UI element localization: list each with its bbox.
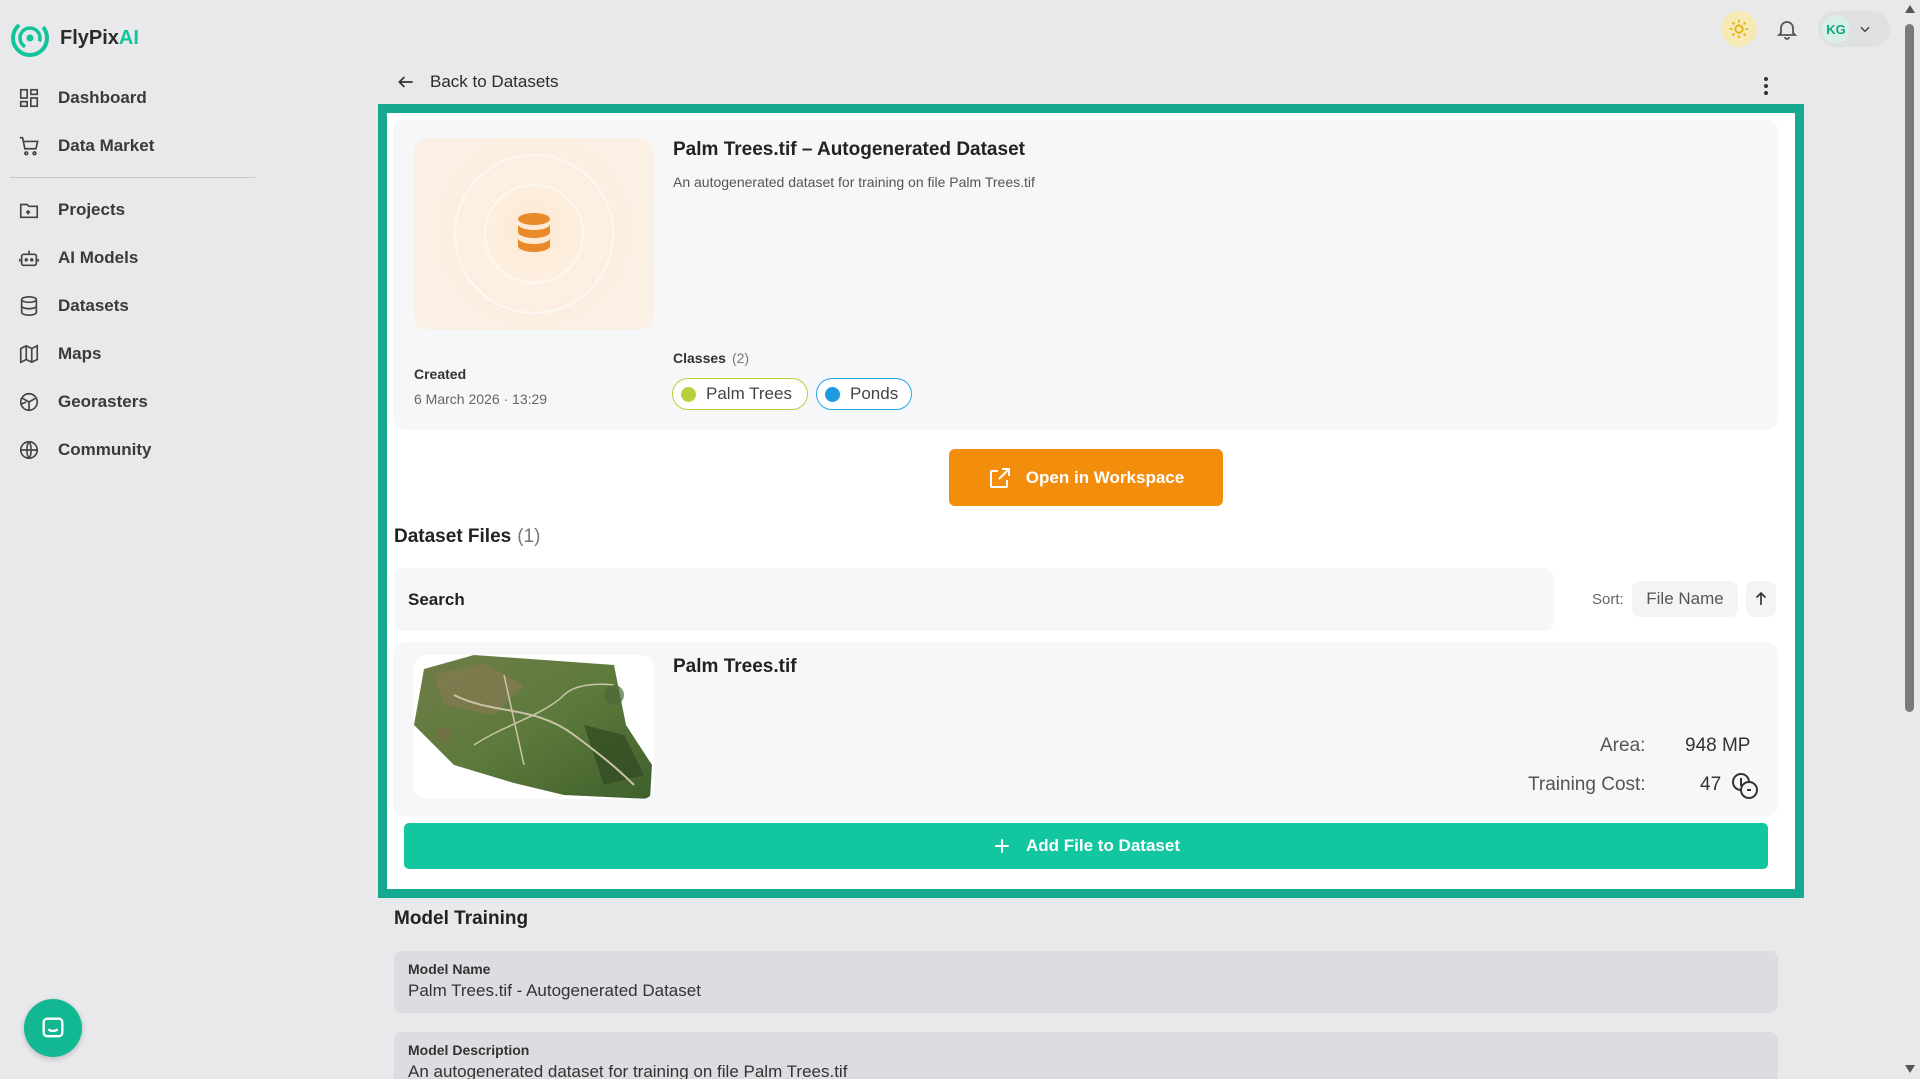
sidebar-item-projects[interactable]: Projects bbox=[18, 199, 125, 221]
scroll-down-arrow-icon bbox=[1905, 1065, 1915, 1073]
notifications-button[interactable] bbox=[1774, 14, 1800, 44]
file-name: Palm Trees.tif bbox=[673, 656, 797, 677]
page-scrollbar[interactable] bbox=[1902, 0, 1916, 1079]
back-to-datasets-link[interactable]: Back to Datasets bbox=[396, 72, 559, 92]
theme-toggle-button[interactable] bbox=[1721, 11, 1757, 47]
arrow-left-icon bbox=[398, 76, 413, 88]
brand-logo[interactable]: FlyPixAI bbox=[10, 18, 139, 58]
area-label: Area: bbox=[1600, 735, 1646, 756]
sidebar-divider bbox=[10, 177, 255, 178]
external-link-icon bbox=[989, 467, 1010, 488]
dataset-title: Palm Trees.tif – Autogenerated Dataset bbox=[673, 139, 1025, 160]
map-icon bbox=[19, 344, 39, 364]
chat-icon bbox=[42, 1017, 64, 1038]
sidebar-item-datasets[interactable]: Datasets bbox=[18, 295, 129, 317]
sidebar-item-maps[interactable]: Maps bbox=[18, 343, 101, 365]
plus-icon bbox=[995, 839, 1009, 853]
search-input[interactable] bbox=[394, 568, 1554, 631]
bell-icon bbox=[1776, 21, 1798, 40]
add-button-label: Add File to Dataset bbox=[1026, 836, 1180, 855]
dataset-thumbnail bbox=[414, 138, 654, 330]
class-chip-palm-trees[interactable]: Palm Trees bbox=[672, 378, 808, 410]
sort-label: Sort: bbox=[1592, 591, 1624, 608]
model-description-label: Model Description bbox=[408, 1042, 530, 1058]
sidebar-item-label: Projects bbox=[58, 200, 126, 219]
open-in-workspace-button[interactable]: Open in Workspace bbox=[949, 449, 1223, 506]
class-color-dot bbox=[825, 386, 840, 402]
sort-field-select[interactable]: File Name bbox=[1632, 581, 1738, 617]
created-label: Created bbox=[414, 366, 467, 382]
user-menu[interactable]: KG bbox=[1818, 11, 1890, 47]
sidebar-item-community[interactable]: Community bbox=[18, 439, 152, 461]
sidebar-item-label: Community bbox=[58, 440, 152, 459]
dataset-files-heading: Dataset Files (1) bbox=[394, 526, 541, 547]
robot-icon bbox=[19, 250, 39, 267]
class-color-dot bbox=[681, 386, 696, 402]
training-cost-label: Training Cost: bbox=[1528, 774, 1646, 795]
scrollbar-thumb[interactable] bbox=[1905, 24, 1914, 712]
open-button-label: Open in Workspace bbox=[1025, 467, 1185, 487]
database-icon bbox=[518, 213, 550, 252]
class-chip-label: Ponds bbox=[850, 384, 899, 403]
globe-icon bbox=[19, 440, 39, 460]
chat-support-button[interactable] bbox=[24, 999, 82, 1057]
sidebar-item-data-market[interactable]: Data Market bbox=[18, 135, 154, 157]
area-value: 948 MP bbox=[1685, 735, 1751, 756]
scroll-up-arrow-icon bbox=[1905, 5, 1915, 13]
dataset-description: An autogenerated dataset for training on… bbox=[673, 174, 1035, 190]
sidebar-item-georasters[interactable]: Georasters bbox=[18, 391, 148, 413]
flypix-logo-icon bbox=[11, 19, 49, 57]
model-name-label: Model Name bbox=[408, 961, 491, 977]
training-cost-value: 47 bbox=[1700, 774, 1722, 795]
add-file-to-dataset-button[interactable]: Add File to Dataset bbox=[404, 823, 1768, 869]
folder-icon bbox=[19, 203, 39, 219]
created-value: 6 March 2026 · 13:29 bbox=[414, 391, 548, 407]
kebab-menu-icon bbox=[1764, 77, 1768, 95]
brand-name: FlyPixAI bbox=[60, 26, 139, 49]
sidebar-item-dashboard[interactable]: Dashboard bbox=[18, 87, 147, 109]
sun-icon bbox=[1729, 19, 1749, 39]
class-chip-label: Palm Trees bbox=[706, 384, 792, 403]
sidebar-item-label: Georasters bbox=[58, 392, 148, 411]
sidebar-item-label: Datasets bbox=[58, 296, 129, 315]
aerial-image-thumbnail bbox=[414, 655, 652, 799]
coins-icon bbox=[1732, 773, 1758, 799]
globe-grid-icon bbox=[19, 392, 39, 412]
file-thumbnail bbox=[414, 655, 654, 799]
sidebar-item-label: AI Models bbox=[58, 248, 139, 267]
class-chip-ponds[interactable]: Ponds bbox=[816, 378, 912, 410]
sidebar-item-ai-models[interactable]: AI Models bbox=[18, 247, 138, 269]
classes-heading: Classes (2) bbox=[673, 350, 750, 366]
database-icon bbox=[20, 296, 38, 316]
sidebar-item-label: Dashboard bbox=[58, 88, 147, 107]
sidebar-item-label: Maps bbox=[58, 344, 102, 363]
avatar: KG bbox=[1822, 15, 1850, 43]
model-description-field[interactable]: Model Description An autogenerated datas… bbox=[394, 1032, 1778, 1079]
model-name-field[interactable]: Model Name Palm Trees.tif - Autogenerate… bbox=[394, 951, 1778, 1013]
model-name-value: Palm Trees.tif - Autogenerated Dataset bbox=[408, 981, 701, 1000]
cart-icon bbox=[19, 136, 39, 156]
model-training-heading: Model Training bbox=[394, 908, 529, 929]
back-link-label: Back to Datasets bbox=[430, 72, 559, 91]
arrow-up-icon bbox=[1755, 591, 1767, 605]
more-options-button[interactable] bbox=[1756, 74, 1776, 98]
dashboard-icon bbox=[19, 88, 39, 108]
sidebar-item-label: Data Market bbox=[58, 136, 155, 155]
chevron-down-icon bbox=[1860, 26, 1870, 33]
sort-direction-button[interactable] bbox=[1746, 581, 1776, 617]
model-description-value: An autogenerated dataset for training on… bbox=[408, 1062, 848, 1079]
